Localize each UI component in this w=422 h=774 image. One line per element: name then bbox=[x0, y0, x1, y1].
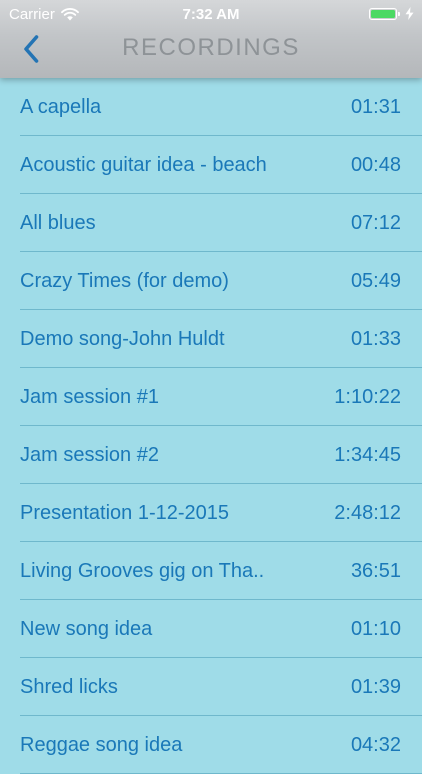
recording-title: All blues bbox=[20, 212, 96, 234]
recording-title: Crazy Times (for demo) bbox=[20, 270, 229, 292]
recording-title: Shred licks bbox=[20, 676, 118, 698]
recording-row[interactable]: Living Grooves gig on Tha.. 36:51 bbox=[0, 542, 422, 600]
recording-title: Living Grooves gig on Tha.. bbox=[20, 560, 265, 582]
recording-duration: 07:12 bbox=[350, 212, 401, 234]
recording-title: Demo song-John Huldt bbox=[20, 328, 225, 350]
recording-duration: 1:10:22 bbox=[334, 386, 401, 408]
page-title: RECORDINGS bbox=[122, 34, 300, 61]
recording-title: A capella bbox=[20, 96, 102, 118]
status-time: 7:32 AM bbox=[182, 6, 240, 23]
recording-row[interactable]: Acoustic guitar idea - beach 00:48 bbox=[0, 136, 422, 194]
battery-icon bbox=[369, 7, 400, 20]
recording-row[interactable]: Demo song-John Huldt 01:33 bbox=[0, 310, 422, 368]
recording-duration: 01:33 bbox=[350, 328, 401, 350]
recording-row[interactable]: A capella 01:31 bbox=[0, 78, 422, 136]
recording-row[interactable]: Jam session #2 1:34:45 bbox=[0, 426, 422, 484]
recording-duration: 01:39 bbox=[350, 676, 401, 698]
recording-row[interactable]: Jam session #1 1:10:22 bbox=[0, 368, 422, 426]
recording-title: Acoustic guitar idea - beach bbox=[20, 154, 267, 176]
recording-row[interactable]: Crazy Times (for demo) 05:49 bbox=[0, 252, 422, 310]
recording-duration: 2:48:12 bbox=[334, 502, 401, 524]
recording-duration: 01:31 bbox=[350, 96, 401, 118]
charging-bolt-icon bbox=[405, 7, 414, 20]
recording-duration: 1:34:45 bbox=[334, 444, 401, 466]
recording-duration: 36:51 bbox=[350, 560, 401, 582]
recording-duration: 00:48 bbox=[350, 154, 401, 176]
battery-indicator bbox=[369, 7, 414, 20]
recording-title: Jam session #2 bbox=[20, 444, 159, 466]
recording-row[interactable]: Reggae song idea 04:32 bbox=[0, 716, 422, 774]
top-bar: Carrier 7:32 AM RECORDINGS bbox=[0, 0, 422, 78]
navigation-bar: RECORDINGS bbox=[0, 30, 422, 76]
status-bar: Carrier 7:32 AM bbox=[0, 0, 422, 30]
recording-title: Reggae song idea bbox=[20, 734, 183, 756]
recording-row[interactable]: Shred licks 01:39 bbox=[0, 658, 422, 716]
recording-title: Presentation 1-12-2015 bbox=[20, 502, 230, 524]
recordings-list: A capella 01:31 Acoustic guitar idea - b… bbox=[0, 78, 422, 774]
recording-duration: 04:32 bbox=[350, 734, 401, 756]
recording-duration: 01:10 bbox=[350, 618, 401, 640]
recording-row[interactable]: New song idea 01:10 bbox=[0, 600, 422, 658]
recording-row[interactable]: Presentation 1-12-2015 2:48:12 bbox=[0, 484, 422, 542]
recording-title: Jam session #1 bbox=[20, 386, 159, 408]
recording-title: New song idea bbox=[20, 618, 153, 640]
battery-fill bbox=[371, 9, 395, 18]
recording-row[interactable]: All blues 07:12 bbox=[0, 194, 422, 252]
recording-duration: 05:49 bbox=[350, 270, 401, 292]
